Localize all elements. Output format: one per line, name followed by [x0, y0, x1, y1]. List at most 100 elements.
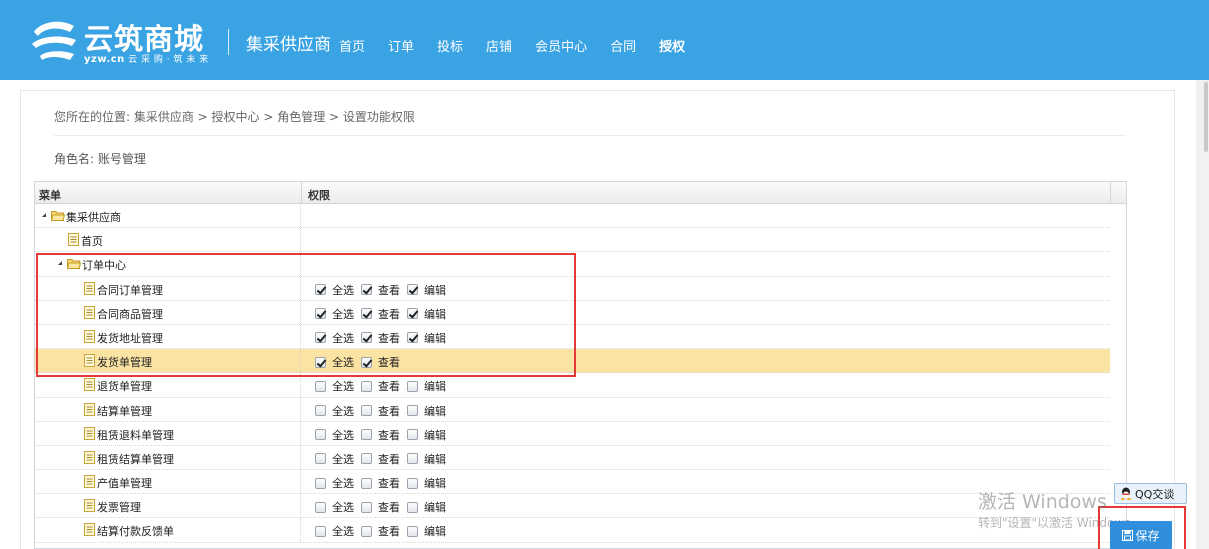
- table-row[interactable]: 订单中心: [35, 252, 1110, 277]
- permission-checkbox-group: 全选 查看 编辑: [315, 523, 453, 539]
- permission-checkbox[interactable]: [407, 501, 418, 513]
- permission-checkbox[interactable]: [315, 284, 326, 296]
- permission-checkbox-group: 全选 查看 编辑: [315, 330, 453, 346]
- permission-checkbox[interactable]: [407, 429, 418, 441]
- role-name-value: 账号管理: [97, 152, 146, 166]
- tree-expander-icon[interactable]: [42, 213, 46, 217]
- permission-checkbox[interactable]: [407, 453, 418, 465]
- nav-item-0[interactable]: 首页: [339, 36, 365, 55]
- permission-cell: [302, 228, 1110, 251]
- tree-node-label[interactable]: 租赁结算单管理: [97, 451, 174, 467]
- nav-item-1[interactable]: 订单: [388, 36, 414, 55]
- permission-checkbox-group: 全选 查看 编辑: [315, 282, 453, 298]
- permission-checkbox[interactable]: [315, 332, 326, 344]
- permission-label: 编辑: [424, 452, 446, 466]
- permission-label: 全选: [332, 307, 354, 321]
- tree-node-label[interactable]: 合同商品管理: [97, 306, 163, 322]
- nav-item-4[interactable]: 会员中心: [535, 36, 587, 55]
- permission-tree-grid: 菜单 权限 集采供应商 首页 订单中心 合同订单管理 全选 查看 编辑 合同商品管理 全选 查看编…: [34, 181, 1127, 549]
- tree-node-label[interactable]: 首页: [81, 233, 103, 249]
- tree-node-label[interactable]: 合同订单管理: [97, 282, 163, 298]
- table-row[interactable]: 集采供应商: [35, 204, 1110, 229]
- tree-node-label[interactable]: 产值单管理: [97, 475, 152, 491]
- permission-checkbox[interactable]: [361, 525, 372, 537]
- document-icon: [84, 329, 95, 343]
- permission-label: 全选: [332, 477, 354, 491]
- nav-item-3[interactable]: 店铺: [486, 36, 512, 55]
- document-icon: [84, 305, 95, 319]
- tree-node-label[interactable]: 订单中心: [82, 257, 126, 273]
- nav-item-2[interactable]: 投标: [437, 36, 463, 55]
- save-button-label: 保存: [1135, 528, 1160, 543]
- permission-checkbox[interactable]: [361, 477, 372, 489]
- table-row[interactable]: 租赁退料单管理 全选 查看 编辑: [35, 421, 1110, 446]
- table-row[interactable]: 发票管理 全选 查看 编辑: [35, 494, 1110, 519]
- permission-label: 查看: [378, 283, 400, 297]
- permission-checkbox[interactable]: [407, 405, 418, 416]
- save-button[interactable]: 保存: [1110, 521, 1172, 549]
- table-row[interactable]: 租赁结算单管理 全选 查看 编辑: [35, 445, 1110, 471]
- permission-checkbox[interactable]: [315, 453, 326, 465]
- tree-expander-icon[interactable]: [58, 261, 62, 266]
- permission-checkbox-group: 全选 查看 编辑: [315, 475, 453, 491]
- tree-node-label[interactable]: 租赁退料单管理: [97, 427, 174, 443]
- permission-checkbox[interactable]: [361, 284, 372, 296]
- document-icon: [84, 523, 95, 537]
- table-row[interactable]: 发货地址管理 全选 查看 编辑: [35, 324, 1110, 350]
- permission-checkbox[interactable]: [407, 284, 418, 296]
- permission-checkbox[interactable]: [315, 501, 326, 513]
- permission-checkbox[interactable]: [407, 308, 418, 320]
- grid-body: 集采供应商 首页 订单中心 合同订单管理 全选 查看 编辑 合同商品管理 全选 查看 编辑 发货地址管…: [35, 204, 1110, 543]
- nav-item-6[interactable]: 授权: [659, 36, 685, 55]
- menu-cell: 发货单管理: [35, 349, 301, 373]
- permission-checkbox[interactable]: [361, 453, 372, 465]
- folder-open-icon: [51, 211, 65, 221]
- tree-node-label[interactable]: 发票管理: [97, 499, 141, 515]
- tree-node-label[interactable]: 结算付款反馈单: [97, 523, 174, 539]
- breadcrumb: 您所在的位置: 集采供应商 > 授权中心 > 角色管理 > 设置功能权限: [54, 110, 415, 124]
- permission-checkbox[interactable]: [315, 525, 326, 537]
- permission-checkbox[interactable]: [315, 380, 326, 392]
- permission-checkbox[interactable]: [361, 405, 372, 416]
- table-row[interactable]: 结算单管理 全选 查看 编辑: [35, 397, 1110, 422]
- page-scrollbar-thumb[interactable]: [1204, 82, 1208, 152]
- permission-checkbox[interactable]: [315, 308, 326, 320]
- tree-node-label[interactable]: 发货单管理: [97, 354, 152, 370]
- permission-checkbox[interactable]: [315, 477, 326, 489]
- permission-checkbox[interactable]: [407, 477, 418, 489]
- permission-cell: 全选 查看 编辑: [302, 325, 1110, 348]
- tree-node-label[interactable]: 退货单管理: [97, 378, 152, 394]
- permission-label: 全选: [332, 380, 354, 394]
- permission-checkbox[interactable]: [361, 332, 372, 344]
- permission-cell: 全选 查看 编辑: [302, 422, 1110, 445]
- permission-checkbox[interactable]: [315, 356, 326, 368]
- table-row[interactable]: 合同商品管理 全选 查看 编辑: [35, 300, 1110, 325]
- permission-checkbox[interactable]: [361, 501, 372, 513]
- menu-cell: 合同订单管理: [35, 276, 301, 300]
- permission-checkbox[interactable]: [407, 380, 418, 392]
- permission-checkbox[interactable]: [407, 525, 418, 537]
- permission-label: 编辑: [424, 380, 446, 394]
- site-logo[interactable]: 云筑商城 yzw.cn 云 采 购 · 筑 未 来: [30, 14, 230, 68]
- permission-label: 全选: [332, 356, 354, 370]
- permission-checkbox[interactable]: [407, 332, 418, 344]
- permission-cell: 全选 查看 编辑: [302, 301, 1110, 324]
- permission-checkbox[interactable]: [315, 405, 326, 416]
- qq-chat-button[interactable]: QQ交谈: [1114, 483, 1187, 504]
- table-row[interactable]: 产值单管理 全选 查看 编辑: [35, 470, 1110, 495]
- logo-tagline: yzw.cn 云 采 购 · 筑 未 来: [84, 54, 209, 65]
- permission-checkbox[interactable]: [361, 356, 372, 368]
- permission-checkbox[interactable]: [361, 429, 372, 441]
- table-row[interactable]: 发货单管理 全选 查看: [35, 349, 1110, 374]
- tree-node-label[interactable]: 结算单管理: [97, 403, 152, 419]
- table-row[interactable]: 首页: [35, 228, 1110, 253]
- permission-checkbox[interactable]: [361, 380, 372, 392]
- permission-checkbox[interactable]: [315, 429, 326, 441]
- table-row[interactable]: 合同订单管理 全选 查看 编辑: [35, 276, 1110, 301]
- table-row[interactable]: 结算付款反馈单 全选 查看 编辑: [35, 518, 1110, 543]
- permission-checkbox[interactable]: [361, 308, 372, 320]
- nav-item-5[interactable]: 合同: [610, 36, 636, 55]
- tree-node-label[interactable]: 集采供应商: [66, 209, 121, 225]
- table-row[interactable]: 退货单管理 全选 查看 编辑: [35, 373, 1110, 398]
- tree-node-label[interactable]: 发货地址管理: [97, 330, 163, 346]
